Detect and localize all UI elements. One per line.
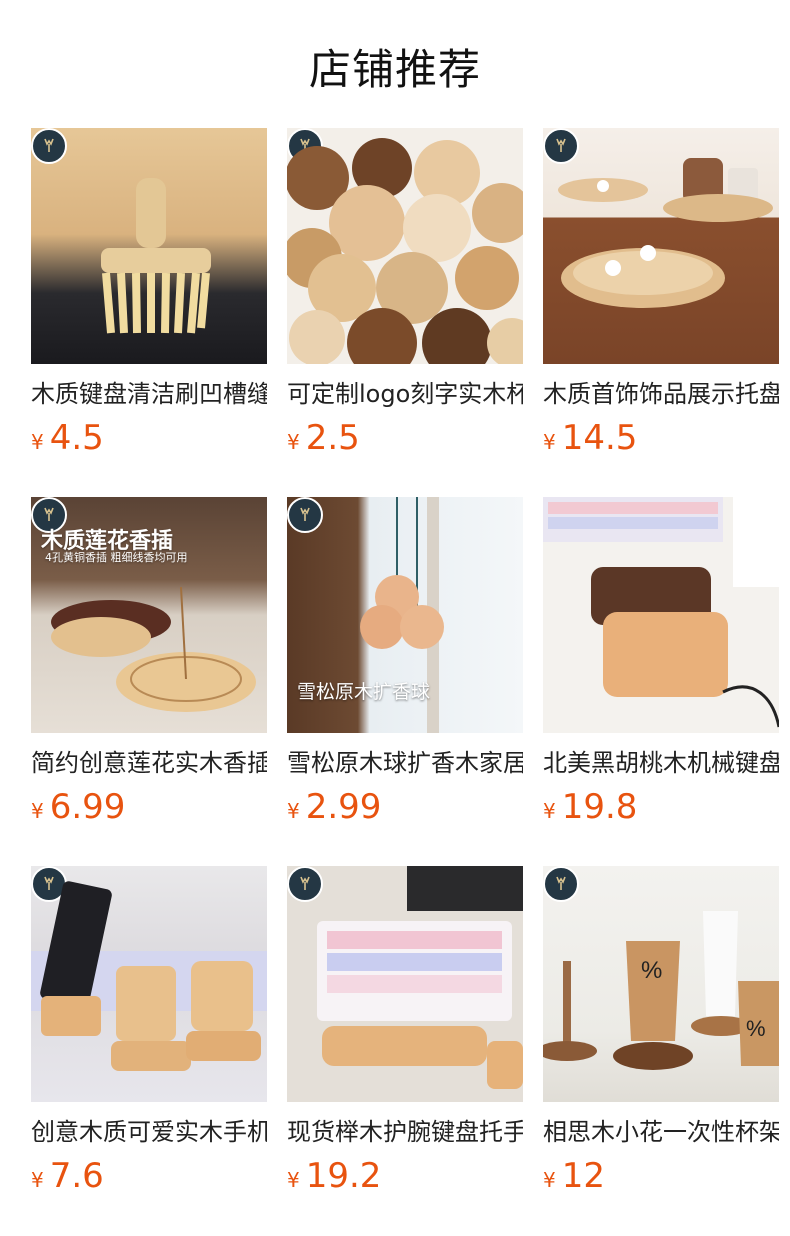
product-card[interactable]: 木质首饰饰品展示托盘 ¥14.5: [543, 128, 779, 458]
product-name[interactable]: 北美黑胡桃木机械键盘手托: [543, 747, 779, 779]
product-price: ¥2.99: [287, 787, 523, 827]
product-image[interactable]: [287, 866, 523, 1102]
currency-symbol: ¥: [287, 799, 300, 823]
product-card[interactable]: 现货榉木护腕键盘托手托 ¥19.2: [287, 866, 523, 1196]
product-name[interactable]: 现货榉木护腕键盘托手托: [287, 1116, 523, 1148]
price-value: 14.5: [561, 418, 638, 458]
product-card[interactable]: 北美黑胡桃木机械键盘手托 ¥19.8: [543, 497, 779, 827]
product-image[interactable]: [543, 128, 779, 364]
product-image[interactable]: % %: [543, 866, 779, 1102]
price-value: 19.2: [305, 1156, 382, 1196]
product-price: ¥6.99: [31, 787, 267, 827]
product-card[interactable]: 创意木质可爱实木手机支架 ¥7.6: [31, 866, 267, 1196]
shop-logo-icon: [31, 128, 67, 164]
price-value: 6.99: [49, 787, 126, 827]
price-value: 19.8: [561, 787, 638, 827]
price-value: 2.99: [305, 787, 382, 827]
currency-symbol: ¥: [31, 799, 44, 823]
product-image[interactable]: [31, 866, 267, 1102]
product-card[interactable]: 雪松原木扩香球 雪松原木球扩香木家居挂件 ¥2.99: [287, 497, 523, 827]
product-price: ¥4.5: [31, 418, 267, 458]
product-image[interactable]: [31, 128, 267, 364]
product-image[interactable]: [543, 497, 779, 733]
product-name[interactable]: 木质键盘清洁刷凹槽缝隙除尘刷: [31, 378, 267, 410]
product-price: ¥19.8: [543, 787, 779, 827]
price-value: 12: [561, 1156, 605, 1196]
svg-text:%: %: [746, 1016, 766, 1041]
product-price: ¥2.5: [287, 418, 523, 458]
product-image[interactable]: [287, 128, 523, 364]
product-price: ¥12: [543, 1156, 779, 1196]
product-name[interactable]: 创意木质可爱实木手机支架: [31, 1116, 267, 1148]
product-name[interactable]: 可定制logo刻字实木杯垫: [287, 378, 523, 410]
product-card[interactable]: 木质键盘清洁刷凹槽缝隙除尘刷 ¥4.5: [31, 128, 267, 458]
image-overlay-caption: 雪松原木扩香球: [297, 681, 431, 703]
currency-symbol: ¥: [543, 799, 556, 823]
product-price: ¥14.5: [543, 418, 779, 458]
price-value: 4.5: [49, 418, 104, 458]
currency-symbol: ¥: [543, 1168, 556, 1192]
currency-symbol: ¥: [543, 430, 556, 454]
product-price: ¥7.6: [31, 1156, 267, 1196]
price-value: 7.6: [49, 1156, 104, 1196]
product-card[interactable]: % % 相思木小花一次性杯架 ¥12: [543, 866, 779, 1196]
product-card[interactable]: 木质莲花香插 4孔黄铜香插 粗细线香均可用 简约创意莲花实木香插 ¥6.99: [31, 497, 267, 827]
product-card[interactable]: 可定制logo刻字实木杯垫 ¥2.5: [287, 128, 523, 458]
svg-text:%: %: [641, 957, 662, 984]
product-name[interactable]: 木质首饰饰品展示托盘: [543, 378, 779, 410]
product-image[interactable]: 雪松原木扩香球: [287, 497, 523, 733]
currency-symbol: ¥: [287, 430, 300, 454]
currency-symbol: ¥: [287, 1168, 300, 1192]
currency-symbol: ¥: [31, 430, 44, 454]
product-name[interactable]: 雪松原木球扩香木家居挂件: [287, 747, 523, 779]
product-name[interactable]: 简约创意莲花实木香插: [31, 747, 267, 779]
page-title: 店铺推荐: [308, 45, 481, 94]
currency-symbol: ¥: [31, 1168, 44, 1192]
product-image[interactable]: 木质莲花香插 4孔黄铜香插 粗细线香均可用: [31, 497, 267, 733]
price-value: 2.5: [305, 418, 360, 458]
product-price: ¥19.2: [287, 1156, 523, 1196]
product-name[interactable]: 相思木小花一次性杯架: [543, 1116, 779, 1148]
